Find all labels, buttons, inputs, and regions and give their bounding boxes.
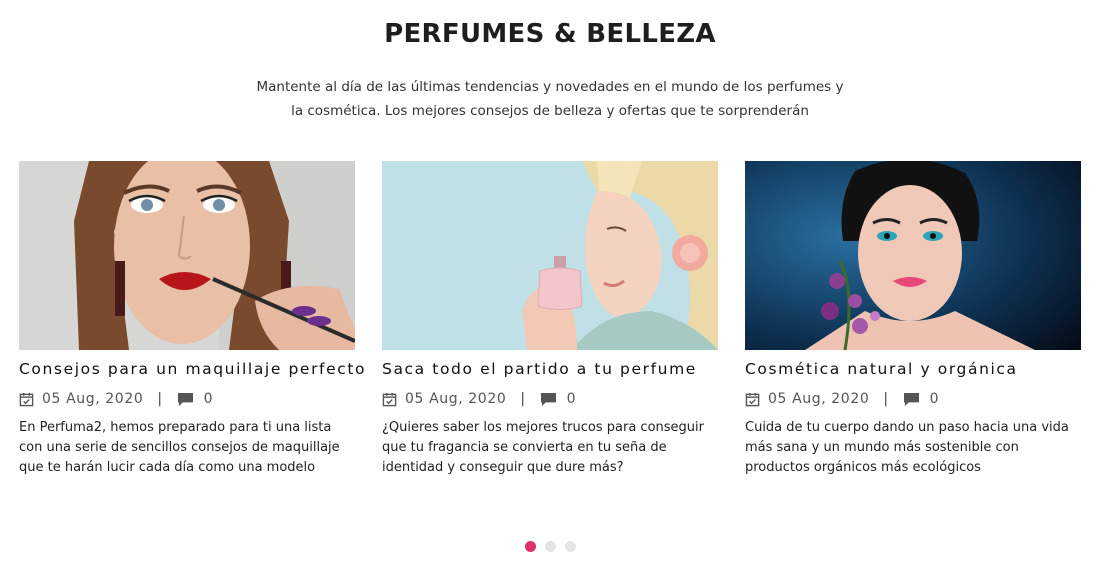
- comment-icon: [540, 392, 556, 406]
- meta-separator: |: [157, 391, 163, 407]
- post-date: 05 Aug, 2020: [42, 391, 144, 407]
- carousel-dot-2[interactable]: [544, 541, 556, 552]
- post-meta: 05 Aug, 2020 | 0: [382, 389, 718, 409]
- post-excerpt: En Perfuma2, hemos preparado para ti una…: [19, 420, 340, 475]
- carousel-pagination: [0, 541, 1100, 552]
- comment-icon: [177, 392, 193, 406]
- comment-count[interactable]: 0: [930, 391, 940, 407]
- post-excerpt: ¿Quieres saber los mejores trucos para c…: [382, 420, 704, 475]
- blog-card: Saca todo el partido a tu perfume 05 Aug…: [382, 161, 718, 478]
- post-title[interactable]: Cosmética natural y orgánica: [745, 358, 1081, 380]
- blog-card: Cosmética natural y orgánica 05 Aug, 202…: [745, 161, 1081, 478]
- post-image-organic[interactable]: [745, 161, 1081, 350]
- post-date: 05 Aug, 2020: [405, 391, 507, 407]
- post-title[interactable]: Consejos para un maquillaje perfecto: [19, 358, 365, 380]
- post-date: 05 Aug, 2020: [768, 391, 870, 407]
- meta-separator: |: [883, 391, 889, 407]
- post-meta: 05 Aug, 2020 | 0: [19, 389, 355, 409]
- carousel-dot-1[interactable]: [524, 541, 536, 552]
- intro-line-2: la cosmética. Los mejores consejos de be…: [291, 102, 809, 119]
- makeup-photo-icon: [19, 161, 355, 350]
- comment-count[interactable]: 0: [204, 391, 214, 407]
- post-excerpt: Cuida de tu cuerpo dando un paso hacia u…: [745, 420, 1069, 475]
- blog-card: Consejos para un maquillaje perfecto 05 …: [19, 161, 365, 478]
- organic-photo-icon: [745, 161, 1081, 350]
- calendar-icon: [745, 392, 760, 406]
- perfume-photo-icon: [382, 161, 718, 350]
- carousel-dot-3[interactable]: [564, 541, 576, 552]
- meta-separator: |: [520, 391, 526, 407]
- post-meta: 05 Aug, 2020 | 0: [745, 389, 1081, 409]
- post-image-makeup[interactable]: [19, 161, 355, 350]
- comment-count[interactable]: 0: [567, 391, 577, 407]
- blog-section: PERFUMES & BELLEZA Mantente al día de la…: [0, 0, 1100, 565]
- comment-icon: [903, 392, 919, 406]
- post-image-perfume[interactable]: [382, 161, 718, 350]
- calendar-icon: [19, 392, 34, 406]
- intro-line-1: Mantente al día de las últimas tendencia…: [256, 79, 844, 95]
- post-title[interactable]: Saca todo el partido a tu perfume: [382, 358, 718, 380]
- calendar-icon: [382, 392, 397, 406]
- section-heading: PERFUMES & BELLEZA: [384, 19, 716, 49]
- section-intro: Mantente al día de las últimas tendencia…: [250, 76, 850, 123]
